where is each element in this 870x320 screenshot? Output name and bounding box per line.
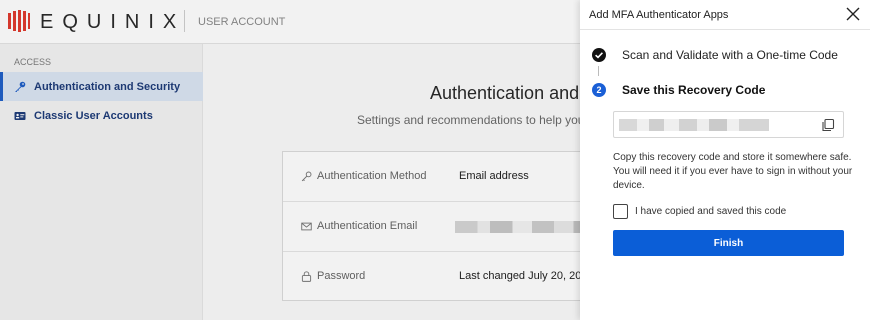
- close-icon[interactable]: [844, 5, 862, 23]
- mfa-drawer: Add MFA Authenticator Apps Scan and Vali…: [580, 0, 870, 320]
- finish-button[interactable]: Finish: [613, 230, 844, 256]
- check-icon: [595, 52, 603, 59]
- checkbox-label[interactable]: I have copied and saved this code: [635, 206, 786, 217]
- step-connector: [598, 66, 599, 76]
- drawer-header: Add MFA Authenticator Apps: [580, 0, 870, 30]
- copy-icon[interactable]: [821, 118, 835, 132]
- recovery-code-field[interactable]: [613, 111, 844, 138]
- step-1-label: Scan and Validate with a One-time Code: [622, 48, 838, 62]
- copied-code-checkbox[interactable]: [613, 204, 628, 219]
- drawer-title: Add MFA Authenticator Apps: [589, 9, 729, 21]
- step-2-number: 2: [592, 83, 606, 97]
- redacted-recovery-code: [619, 119, 769, 131]
- step-2-label: Save this Recovery Code: [622, 83, 766, 97]
- step-complete-icon: [592, 48, 606, 62]
- recovery-instructions: Copy this recovery code and store it som…: [613, 152, 853, 191]
- modal-backdrop[interactable]: [0, 0, 580, 320]
